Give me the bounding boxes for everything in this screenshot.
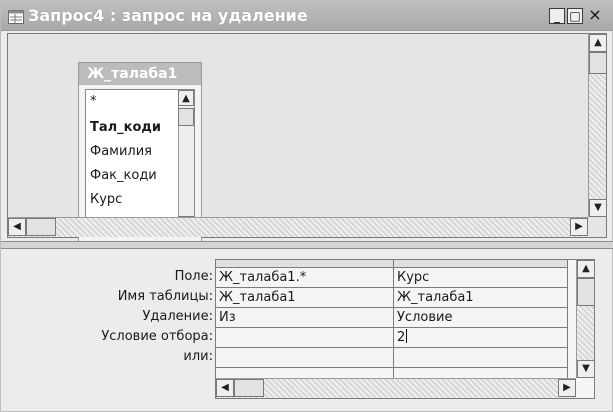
- field-all[interactable]: *: [90, 94, 97, 109]
- scroll-thumb[interactable]: [577, 278, 595, 306]
- field-familiya[interactable]: Фамилия: [90, 144, 152, 159]
- cell-delete[interactable]: Из: [216, 308, 393, 328]
- table-pane-hscroll[interactable]: ◀ ▶: [8, 217, 588, 237]
- row-label-table: Имя таблицы:: [117, 289, 213, 304]
- scroll-right-icon[interactable]: ▶: [570, 218, 588, 236]
- field-kurs[interactable]: Курс: [90, 192, 122, 207]
- row-label-criteria: Условие отбора:: [101, 329, 213, 344]
- text-caret: [406, 329, 408, 343]
- field-fak-kodi[interactable]: Фак_коди: [90, 168, 157, 183]
- row-label-or: или:: [183, 349, 213, 364]
- cell-field[interactable]: Курс: [394, 268, 567, 288]
- maximize-button[interactable]: □: [567, 8, 583, 24]
- minimize-button[interactable]: _: [549, 8, 565, 24]
- scroll-up-icon[interactable]: ▲: [577, 260, 595, 278]
- table-pane-vscroll[interactable]: ▲ ▼: [588, 34, 607, 217]
- table-name[interactable]: Ж_талаба1: [79, 63, 201, 85]
- cell-field[interactable]: Ж_талаба1.*: [216, 268, 393, 288]
- cell-delete[interactable]: Условие: [394, 308, 567, 328]
- grid-column-1: Ж_талаба1.* Ж_талаба1 Из: [216, 260, 394, 378]
- cell-criteria-value: 2: [397, 330, 406, 345]
- cell-criteria[interactable]: [216, 328, 393, 348]
- row-label-delete: Удаление:: [142, 309, 213, 324]
- scroll-thumb[interactable]: [26, 218, 56, 236]
- scroll-up-icon[interactable]: ▲: [589, 34, 607, 52]
- scroll-down-icon[interactable]: ▼: [589, 199, 607, 217]
- field-list-scrollbar[interactable]: ▲ ▼: [178, 90, 194, 232]
- scroll-left-icon[interactable]: ◀: [216, 379, 234, 397]
- cell-table[interactable]: Ж_талаба1: [394, 288, 567, 308]
- cell-or[interactable]: [394, 348, 567, 368]
- scroll-left-icon[interactable]: ◀: [8, 218, 26, 236]
- field-list: * Тал_коди Фамилия Фак_коди Курс ▲ ▼: [85, 89, 195, 233]
- cell-table[interactable]: Ж_талаба1: [216, 288, 393, 308]
- grid-hscroll[interactable]: ◀ ▶: [216, 378, 576, 398]
- table-field-list[interactable]: Ж_талаба1 * Тал_коди Фамилия Фак_коди Ку…: [78, 62, 202, 242]
- column-selector[interactable]: [394, 260, 567, 268]
- pane-splitter[interactable]: [1, 241, 613, 249]
- column-selector[interactable]: [216, 260, 393, 268]
- scroll-up-icon[interactable]: ▲: [178, 90, 194, 106]
- scroll-thumb[interactable]: [234, 379, 264, 397]
- scroll-down-icon[interactable]: ▼: [577, 360, 595, 378]
- cell-or[interactable]: [216, 348, 393, 368]
- row-label-field: Поле:: [174, 269, 213, 284]
- query-window: Запрос4 : запрос на удаление _ □ × Ж_тал…: [0, 0, 613, 412]
- window-title: Запрос4 : запрос на удаление: [28, 6, 308, 25]
- close-button[interactable]: ×: [587, 7, 603, 24]
- grid-column-2: Курс Ж_талаба1 Условие 2: [394, 260, 568, 378]
- scroll-right-icon[interactable]: ▶: [558, 379, 576, 397]
- query-design-grid: Ж_талаба1.* Ж_талаба1 Из Курс Ж_талаба1 …: [215, 259, 595, 399]
- table-pane: Ж_талаба1 * Тал_коди Фамилия Фак_коди Ку…: [7, 33, 607, 242]
- field-tal-kodi[interactable]: Тал_коди: [90, 120, 161, 135]
- scroll-thumb[interactable]: [178, 108, 194, 126]
- grid-vscroll[interactable]: ▲ ▼: [576, 260, 595, 378]
- title-bar[interactable]: Запрос4 : запрос на удаление _ □ ×: [1, 1, 613, 31]
- scroll-thumb[interactable]: [589, 52, 607, 74]
- cell-criteria-active[interactable]: 2: [394, 328, 567, 348]
- query-icon: [8, 9, 24, 24]
